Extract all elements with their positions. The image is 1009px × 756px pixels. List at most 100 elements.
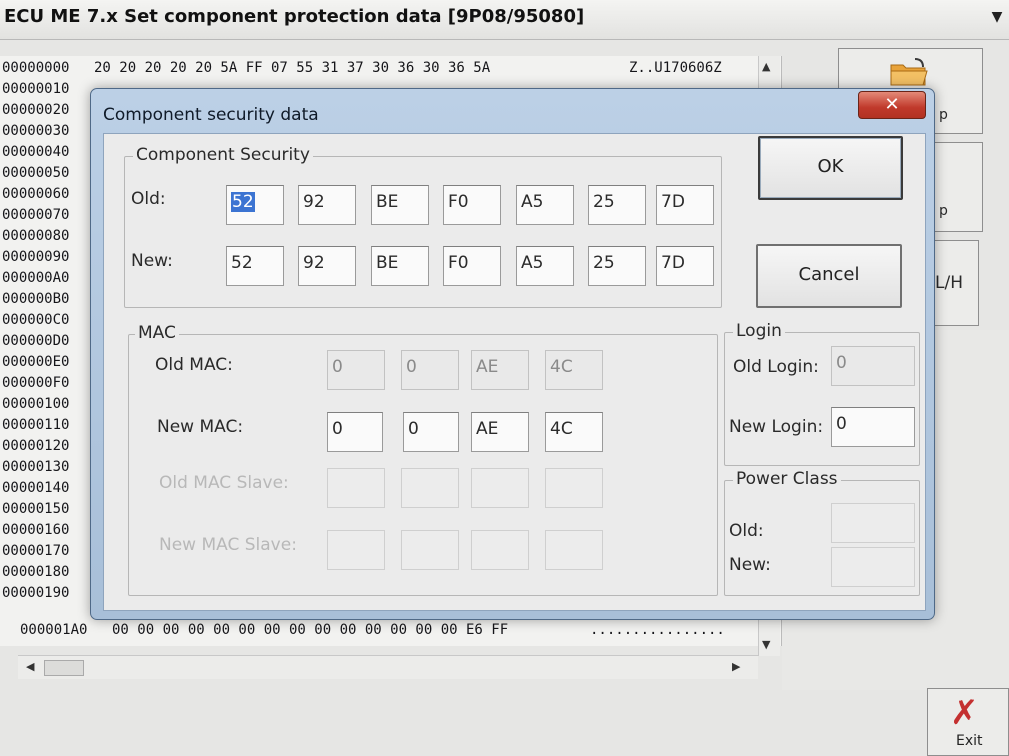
new-byte-4[interactable]: F0 [443, 246, 501, 286]
new-mac-slave-byte-4 [545, 530, 603, 570]
new-mac-label: New MAC: [157, 417, 244, 437]
new-byte-6[interactable]: 25 [588, 246, 646, 286]
cancel-button[interactable]: Cancel [756, 244, 902, 308]
hex-address: 00000140 [2, 480, 70, 496]
hex-row: 00000110 [2, 415, 94, 436]
scroll-down-icon[interactable]: ▼ [762, 638, 770, 651]
hex-row: 00000000 20 20 20 20 20 5A FF 07 55 31 37… [2, 58, 722, 79]
hex-row: 00000030 [2, 121, 94, 142]
hex-address: 00000180 [2, 564, 70, 580]
power-class-new-label: New: [729, 555, 771, 575]
hex-ascii: ................ [590, 622, 725, 638]
scroll-thumb[interactable] [44, 660, 84, 676]
hex-row: 00000010 [2, 79, 94, 100]
new-mac-byte-1[interactable]: 0 [327, 412, 383, 452]
hex-address: 00000150 [2, 501, 70, 517]
old-mac-byte-3: AE [471, 350, 529, 390]
hex-row: 000000E0 [2, 352, 94, 373]
hex-address: 00000090 [2, 249, 70, 265]
old-mac-slave-byte-1 [327, 468, 385, 508]
hex-address: 00000050 [2, 165, 70, 181]
hex-address: 000000B0 [2, 291, 70, 307]
hex-address: 000001A0 [20, 622, 88, 638]
old-byte-2[interactable]: 92 [298, 185, 356, 225]
new-mac-byte-3[interactable]: AE [471, 412, 529, 452]
scroll-right-icon[interactable]: ▶ [732, 660, 740, 673]
hex-address: 00000080 [2, 228, 70, 244]
old-mac-slave-byte-3 [471, 468, 529, 508]
new-login-field[interactable]: 0 [831, 407, 915, 447]
power-class-new-field [831, 547, 915, 587]
hex-row: 00000190 [2, 583, 94, 604]
old-mac-slave-label: Old MAC Slave: [159, 473, 289, 493]
hex-row: 00000130 [2, 457, 94, 478]
hex-row: 00000080 [2, 226, 94, 247]
new-mac-byte-4[interactable]: 4C [545, 412, 603, 452]
ok-button[interactable]: OK [758, 136, 903, 200]
hex-address: 00000160 [2, 522, 70, 538]
exit-button[interactable]: ✗ Exit [927, 688, 1009, 756]
old-byte-4[interactable]: F0 [443, 185, 501, 225]
new-mac-byte-2[interactable]: 0 [403, 412, 459, 452]
chevron-down-icon[interactable]: ▼ [987, 6, 1007, 28]
old-login-label: Old Login: [733, 357, 819, 377]
hex-row: 00000060 [2, 184, 94, 205]
hex-row: 000001A0 00 00 00 00 00 00 00 00 00 00 00… [20, 620, 725, 641]
new-byte-5[interactable]: A5 [516, 246, 574, 286]
old-mac-byte-1: 0 [327, 350, 385, 390]
hex-address: 00000170 [2, 543, 70, 559]
power-class-old-field [831, 503, 915, 543]
scroll-up-icon[interactable]: ▲ [762, 60, 770, 73]
new-byte-1[interactable]: 52 [226, 246, 284, 286]
hex-bytes: 20 20 20 20 20 5A FF 07 55 31 37 30 36 3… [94, 60, 491, 76]
mac-title: MAC [135, 323, 179, 343]
old-byte-3[interactable]: BE [371, 185, 429, 225]
new-byte-3[interactable]: BE [371, 246, 429, 286]
app-title: ECU ME 7.x Set component protection data… [4, 6, 585, 27]
side-button-label: p [939, 107, 948, 123]
component-security-dialog: Component security data ✕ Component Secu… [90, 88, 935, 620]
hex-row: 00000070 [2, 205, 94, 226]
hex-row: 000000C0 [2, 310, 94, 331]
new-mac-slave-label: New MAC Slave: [159, 535, 297, 555]
component-security-title: Component Security [133, 145, 313, 165]
hex-address: 00000070 [2, 207, 70, 223]
side-button-label: p [939, 203, 948, 219]
side-button-label: L/H [935, 273, 963, 293]
hex-address: 000000C0 [2, 312, 70, 328]
hex-row: 00000020 [2, 100, 94, 121]
close-button[interactable]: ✕ [858, 91, 926, 119]
old-byte-7[interactable]: 7D [656, 185, 714, 225]
hex-address: 000000E0 [2, 354, 70, 370]
hex-row: 00000170 [2, 541, 94, 562]
hex-address: 00000120 [2, 438, 70, 454]
old-mac-slave-byte-2 [401, 468, 459, 508]
dialog-title: Component security data [103, 105, 319, 125]
old-byte-1[interactable]: 52 [226, 185, 284, 225]
hex-row: 00000160 [2, 520, 94, 541]
scroll-left-icon[interactable]: ◀ [26, 660, 34, 673]
hex-address: 00000060 [2, 186, 70, 202]
close-icon: ✕ [884, 94, 900, 115]
new-byte-2[interactable]: 92 [298, 246, 356, 286]
old-mac-byte-4: 4C [545, 350, 603, 390]
hex-address: 00000010 [2, 81, 70, 97]
power-class-group: Power Class Old: New: [724, 469, 920, 596]
hex-address: 00000020 [2, 102, 70, 118]
hex-horizontal-scrollbar[interactable]: ◀ ▶ [18, 655, 758, 679]
new-byte-7[interactable]: 7D [656, 246, 714, 286]
power-class-title: Power Class [733, 469, 841, 489]
hex-bytes: 00 00 00 00 00 00 00 00 00 00 00 00 00 0… [112, 622, 509, 638]
old-byte-5[interactable]: A5 [516, 185, 574, 225]
new-login-label: New Login: [729, 417, 824, 437]
old-label: Old: [131, 189, 166, 209]
old-byte-6[interactable]: 25 [588, 185, 646, 225]
hex-address: 00000040 [2, 144, 70, 160]
login-title: Login [733, 321, 785, 341]
hex-row: 00000120 [2, 436, 94, 457]
hex-address: 00000100 [2, 396, 70, 412]
hex-row: 00000040 [2, 142, 94, 163]
old-mac-byte-2: 0 [401, 350, 459, 390]
hex-row: 00000050 [2, 163, 94, 184]
new-label: New: [131, 251, 173, 271]
